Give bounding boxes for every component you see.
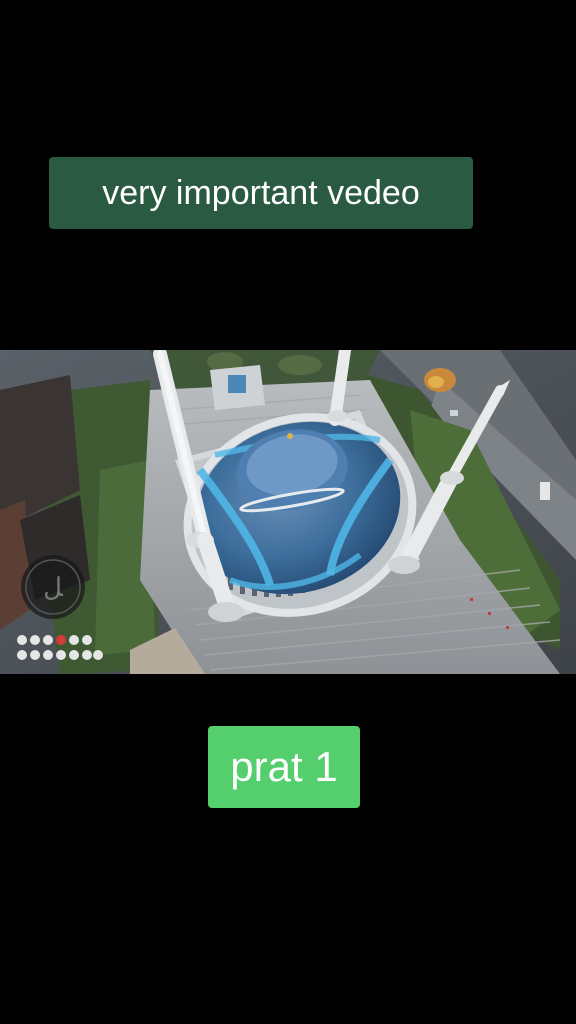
mosque-aerial-image: ﻞ [0,350,576,674]
bottom-caption: prat 1 [208,726,360,808]
svg-text:ﻞ: ﻞ [43,573,63,603]
top-caption: very important vedeo [49,157,473,229]
video-frame[interactable]: ﻞ [0,350,576,674]
